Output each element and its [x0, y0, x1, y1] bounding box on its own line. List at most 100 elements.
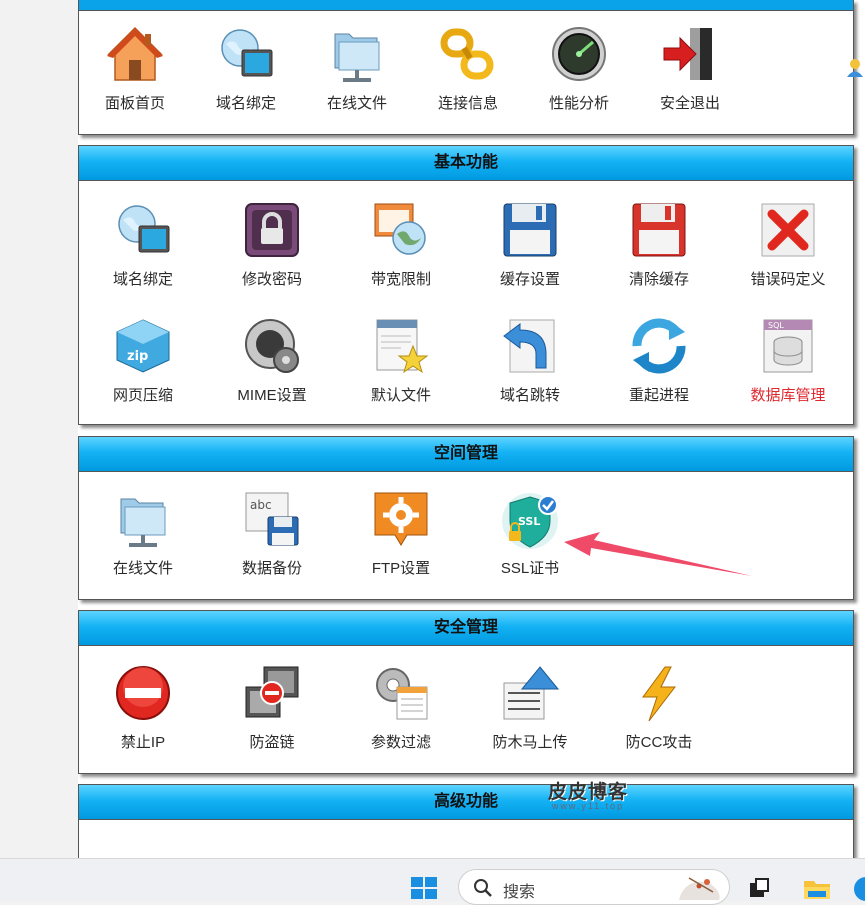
house-icon [107, 26, 163, 81]
basic-bandwidth-limit[interactable]: 带宽限制 [345, 200, 457, 289]
taskbar: 搜索 [0, 858, 865, 905]
top-nav-header-strip [79, 0, 853, 11]
annotation-arrow-icon [564, 532, 752, 576]
nav-performance[interactable]: 性能分析 [523, 24, 635, 113]
exit-door-icon [663, 28, 712, 80]
basic-clear-cache[interactable]: 清除缓存 [603, 200, 715, 289]
nav-online-files[interactable]: 在线文件 [301, 24, 413, 113]
network-folder-icon [334, 33, 380, 82]
nav-label: 面板首页 [104, 95, 165, 112]
basic-web-compression[interactable]: zip 网页压缩 [87, 316, 199, 405]
document-star-icon [376, 319, 429, 374]
basic-domain-redirect[interactable]: 域名跳转 [474, 316, 586, 405]
svg-text:abc: abc [250, 498, 272, 512]
item-label: MIME设置 [237, 387, 307, 404]
svg-text:SSL: SSL [518, 515, 540, 528]
watermark-subtitle: www.y11.top [551, 801, 625, 811]
gear-disc-icon [245, 319, 299, 373]
item-label: 在线文件 [112, 560, 173, 577]
nav-label: 连接信息 [437, 95, 498, 112]
panel-title: 安全管理 [79, 611, 853, 646]
security-anti-hotlink[interactable]: 防盗链 [216, 663, 328, 752]
ssl-shield-icon: SSL [502, 493, 558, 549]
item-label: 域名绑定 [112, 271, 173, 288]
item-label: 重起进程 [628, 387, 689, 404]
task-view-icon[interactable] [748, 877, 770, 899]
globe-window-icon [374, 203, 426, 255]
no-entry-icon [116, 666, 170, 720]
nav-label: 安全退出 [659, 95, 720, 112]
search-icon [474, 879, 492, 897]
return-arrow-icon [503, 319, 555, 373]
security-param-filter[interactable]: 参数过滤 [345, 663, 457, 752]
item-label: 禁止IP [120, 734, 166, 751]
security-management-panel: 安全管理 禁止IP 防盗链 参数过滤 防木马上传 防CC攻击 [78, 610, 854, 774]
space-ftp-settings[interactable]: FTP设置 [345, 489, 457, 578]
advanced-functions-panel: 高级功能 [78, 784, 854, 866]
user-icon[interactable] [846, 58, 864, 78]
file-explorer-icon[interactable] [802, 877, 832, 901]
basic-domain-binding[interactable]: 域名绑定 [87, 200, 199, 289]
nav-panel-home[interactable]: 面板首页 [79, 24, 191, 113]
padlock-icon [245, 203, 299, 257]
watermark-title: 皮皮博客 [548, 782, 629, 803]
nav-connection-info[interactable]: 连接信息 [412, 24, 524, 113]
basic-restart-process[interactable]: 重起进程 [603, 316, 715, 405]
blocked-windows-icon [245, 666, 299, 718]
item-label: 防CC攻击 [625, 734, 693, 751]
lightning-icon [642, 666, 677, 722]
panel-title: 高级功能 [79, 785, 853, 820]
item-label: 防木马上传 [492, 734, 568, 751]
item-label: 数据库管理 [750, 387, 826, 404]
nav-label: 域名绑定 [215, 95, 276, 112]
item-label: FTP设置 [371, 560, 431, 577]
basic-error-codes[interactable]: 错误码定义 [732, 200, 844, 289]
filter-gear-icon [376, 668, 428, 720]
sql-database-icon: SQL [763, 319, 813, 373]
basic-cache-settings[interactable]: 缓存设置 [474, 200, 586, 289]
red-x-icon [761, 203, 815, 257]
nav-logout[interactable]: 安全退出 [634, 24, 746, 113]
item-label: 修改密码 [241, 271, 302, 288]
item-label: 带宽限制 [370, 271, 431, 288]
item-label: 防盗链 [249, 734, 295, 751]
edge-browser-icon[interactable] [852, 877, 865, 901]
item-label: 网页压缩 [112, 387, 173, 404]
item-label: 错误码定义 [750, 271, 826, 288]
item-label: 域名跳转 [499, 387, 560, 404]
top-nav-panel: 面板首页 域名绑定 在线文件 连接信息 性能分析 安全退出 [78, 0, 854, 135]
panel-title: 基本功能 [79, 146, 853, 181]
security-anti-trojan-upload[interactable]: 防木马上传 [474, 663, 586, 752]
refresh-arrows-icon [632, 318, 686, 374]
orange-gear-icon [374, 492, 428, 546]
item-label: 数据备份 [241, 560, 302, 577]
network-folder-icon [120, 498, 166, 547]
basic-change-password[interactable]: 修改密码 [216, 200, 328, 289]
nav-label: 在线文件 [326, 95, 387, 112]
nav-domain-binding[interactable]: 域名绑定 [190, 24, 302, 113]
globe-monitor-icon [221, 29, 273, 77]
item-label: 缓存设置 [499, 271, 560, 288]
watermark: 皮皮博客 www.y11.top [548, 777, 628, 811]
basic-database-management[interactable]: SQL 数据库管理 [732, 316, 844, 405]
basic-mime-settings[interactable]: MIME设置 [216, 316, 328, 405]
radar-gauge-icon [552, 27, 606, 81]
svg-text:SQL: SQL [768, 321, 784, 330]
space-online-files[interactable]: 在线文件 [87, 489, 199, 578]
item-label: 清除缓存 [628, 271, 689, 288]
floppy-blue-icon [503, 203, 557, 257]
basic-functions-panel: 基本功能 域名绑定 修改密码 带宽限制 缓存设置 清除缓存 错误码定义 zip … [78, 145, 854, 425]
basic-default-file[interactable]: 默认文件 [345, 316, 457, 405]
search-highlight-icon [679, 877, 720, 900]
security-anti-cc[interactable]: 防CC攻击 [603, 663, 715, 752]
windows-start-icon[interactable] [411, 877, 437, 899]
chain-link-icon [440, 28, 494, 80]
nav-label: 性能分析 [548, 95, 609, 112]
panel-title: 空间管理 [79, 437, 853, 472]
space-data-backup[interactable]: abc 数据备份 [216, 489, 328, 578]
globe-monitor-icon [118, 205, 170, 253]
item-label: 默认文件 [370, 387, 431, 404]
security-block-ip[interactable]: 禁止IP [87, 663, 199, 752]
abc-floppy-icon: abc [245, 492, 299, 546]
svg-text:zip: zip [127, 349, 148, 364]
